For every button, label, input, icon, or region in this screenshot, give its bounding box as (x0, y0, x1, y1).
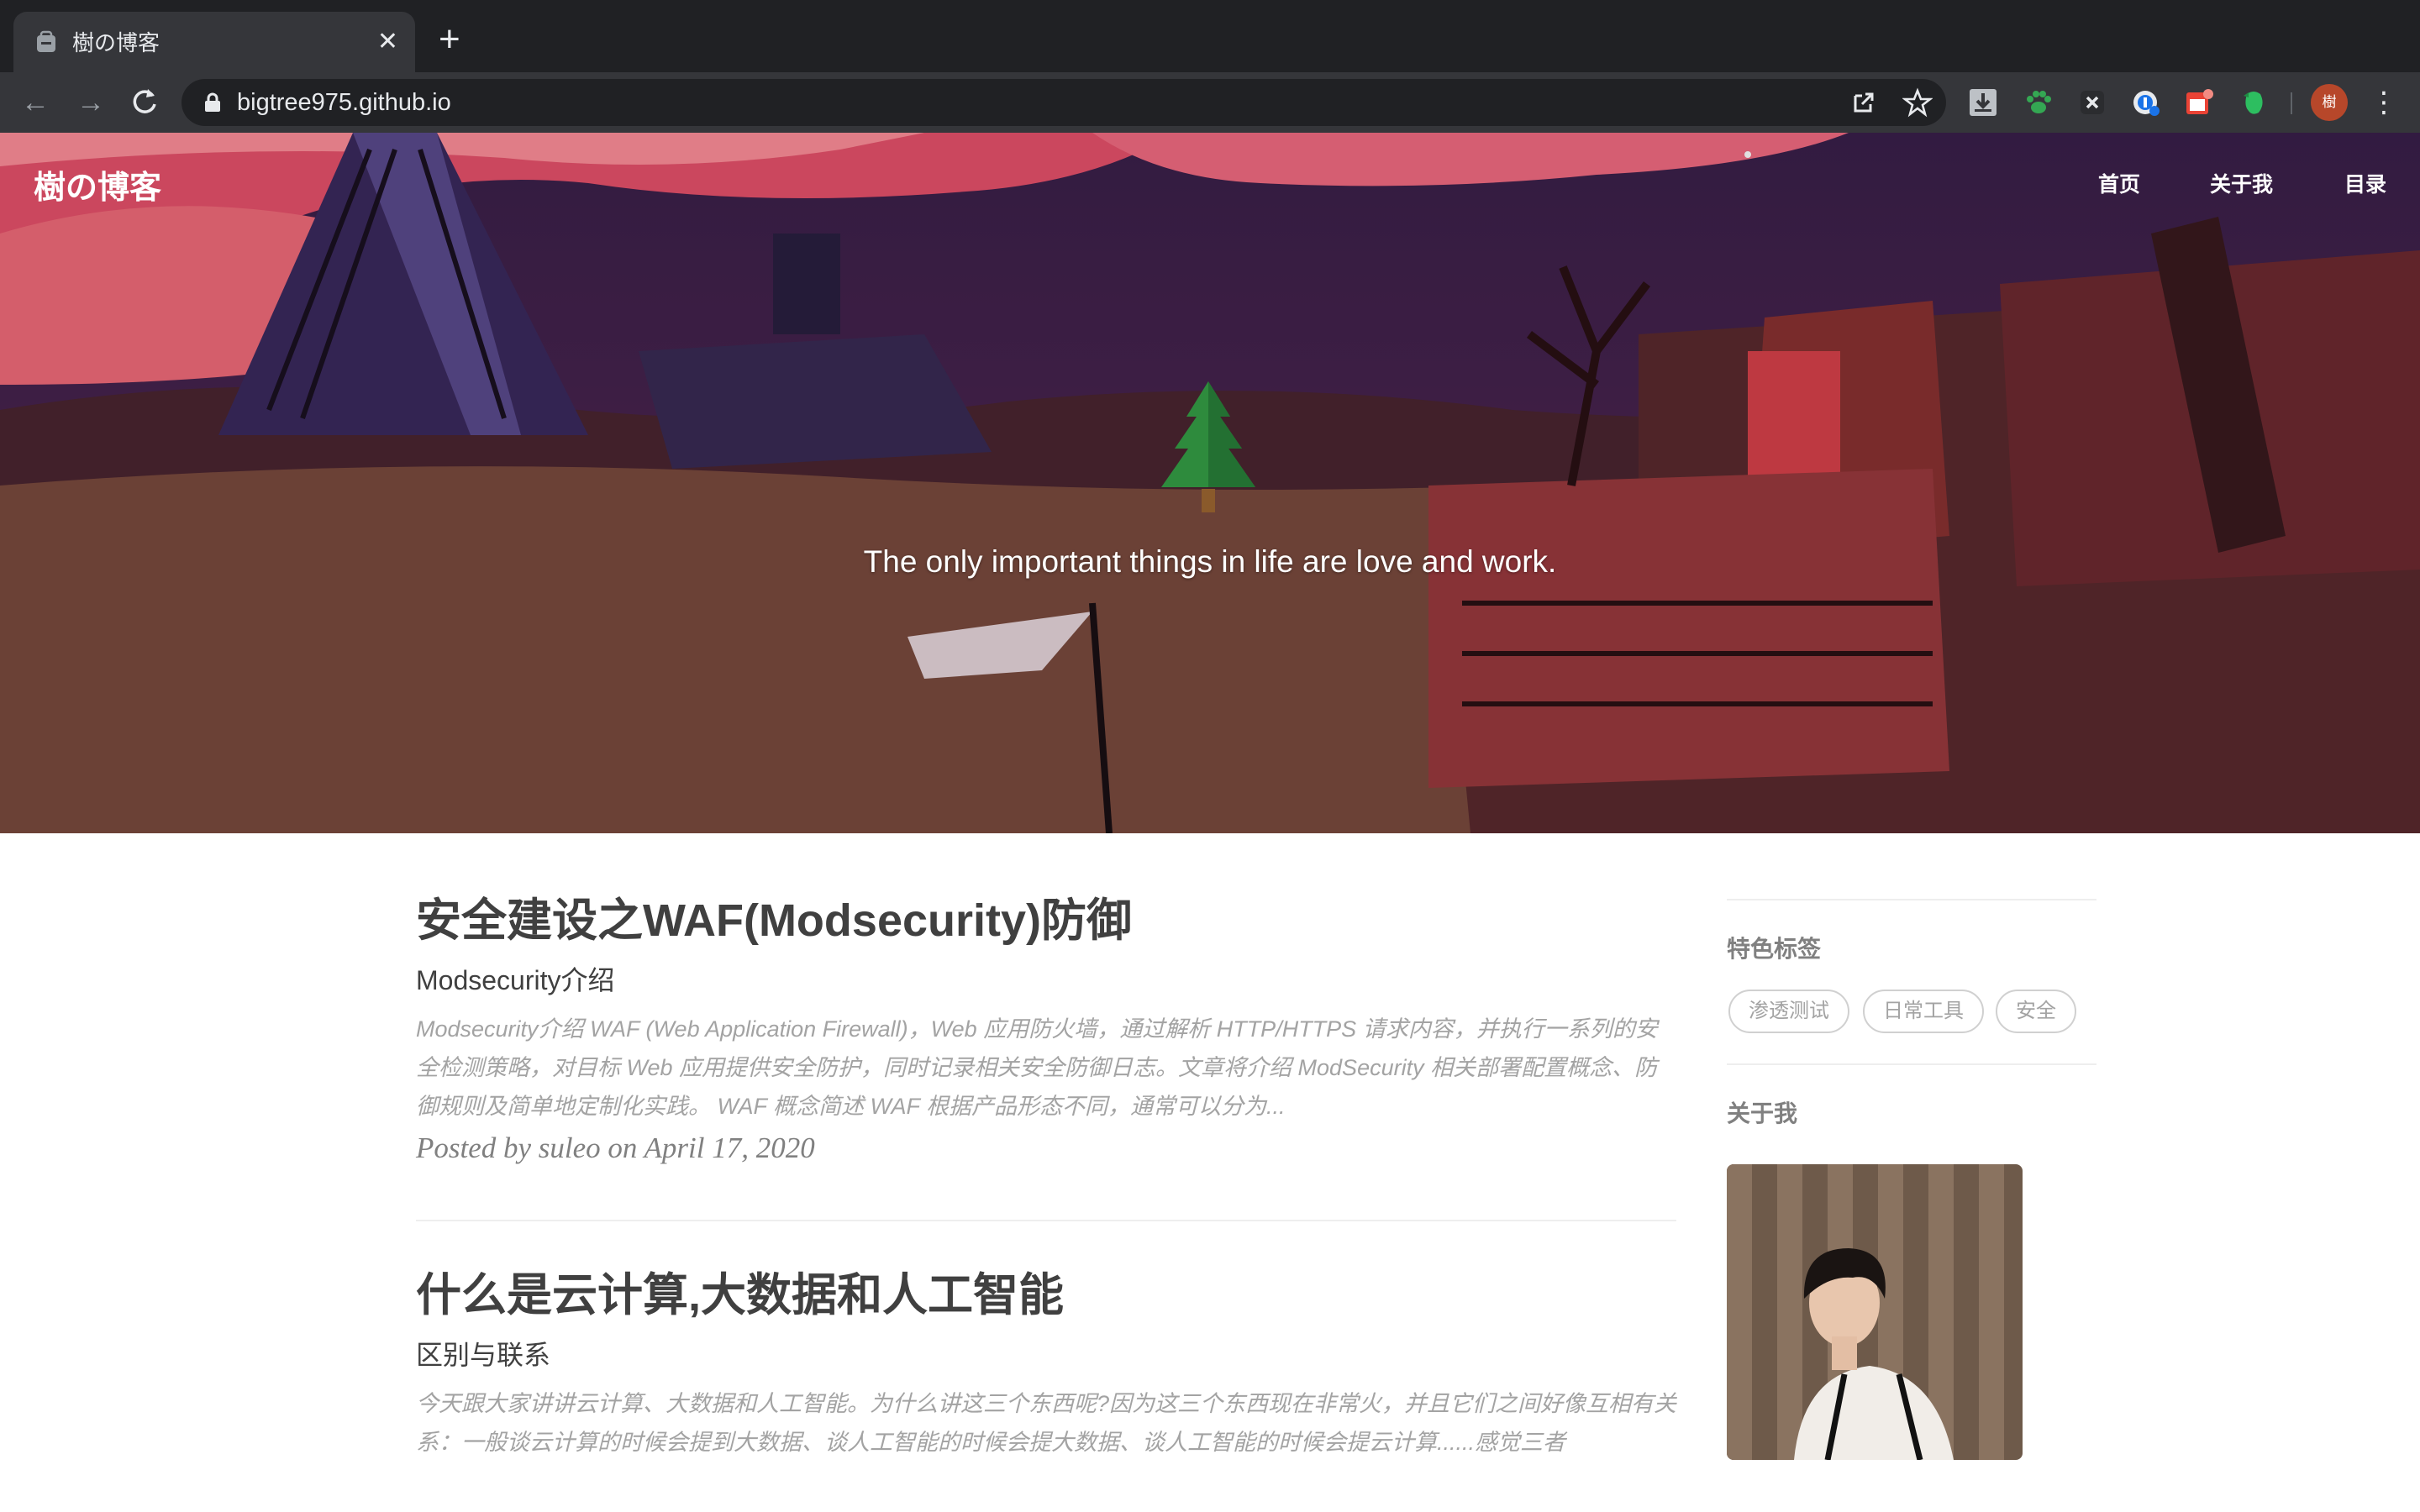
reload-icon[interactable] (128, 86, 161, 119)
new-tab-icon[interactable]: + (439, 20, 460, 59)
forward-arrow-icon[interactable]: → (74, 86, 108, 119)
post-meta: Posted by suleo on April 17, 2020 (416, 1131, 815, 1164)
post-subtitle[interactable]: 区别与联系 (416, 1337, 1676, 1373)
x-extension-icon[interactable] (2075, 86, 2109, 119)
sidebar-divider (1727, 899, 2096, 900)
post-excerpt[interactable]: 今天跟大家讲讲云计算、大数据和人工智能。为什么讲这三个东西呢?因为这三个东西现在… (416, 1384, 1676, 1462)
evergreen-tree-icon (1161, 381, 1255, 512)
tags-heading: 特色标签 (1727, 936, 1822, 962)
back-arrow-icon[interactable]: ← (18, 86, 52, 119)
hero-quote: The only important things in life are lo… (863, 544, 1557, 579)
post-list: 安全建设之WAF(Modsecurity)防御 Modsecurity介绍 Mo… (416, 890, 1676, 1462)
evernote-extension-icon[interactable] (2237, 86, 2270, 119)
tag-daily-tools[interactable]: 日常工具 (1863, 990, 1984, 1033)
about-heading: 关于我 (1727, 1100, 1798, 1126)
nav-link-catalog[interactable]: 目录 (2344, 168, 2386, 198)
url-text[interactable]: bigtree975.github.io (237, 87, 451, 118)
post-preview[interactable]: 什么是云计算,大数据和人工智能 区别与联系 今天跟大家讲讲云计算、大数据和人工智… (416, 1265, 1676, 1462)
calendar-extension-icon[interactable] (2181, 86, 2215, 119)
site-favicon-icon (37, 30, 55, 52)
tag-list: 渗透测试 日常工具 安全 (1727, 990, 2096, 1037)
bookmark-star-icon[interactable] (1902, 87, 1933, 118)
nav-link-home[interactable]: 首页 (2098, 168, 2140, 198)
post-preview[interactable]: 安全建设之WAF(Modsecurity)防御 Modsecurity介绍 Mo… (416, 890, 1676, 1168)
browser-tab[interactable]: 樹の博客 ✕ (13, 12, 415, 72)
author-photo (1727, 1164, 2023, 1460)
post-subtitle[interactable]: Modsecurity介绍 (416, 963, 1676, 998)
nav-link-about[interactable]: 关于我 (2210, 168, 2273, 198)
site-title[interactable]: 樹の博客 (34, 161, 161, 207)
tab-strip: 樹の博客 ✕ + (0, 0, 2420, 72)
open-in-app-icon[interactable] (1849, 87, 1879, 118)
post-excerpt[interactable]: Modsecurity介绍 WAF (Web Application Firew… (416, 1010, 1676, 1126)
profile-avatar-icon[interactable]: 樹 (2311, 84, 2348, 121)
post-title[interactable]: 什么是云计算,大数据和人工智能 (416, 1265, 1676, 1326)
tag-security[interactable]: 安全 (1996, 990, 2076, 1033)
hero-banner: 樹の博客 首页 关于我 目录 The only important things… (0, 133, 2420, 833)
post-divider (416, 1220, 1676, 1221)
more-menu-icon[interactable]: ⋮ (2370, 86, 2398, 119)
address-bar[interactable]: bigtree975.github.io (182, 79, 1946, 126)
password-manager-extension-icon[interactable] (2129, 86, 2163, 119)
post-title[interactable]: 安全建设之WAF(Modsecurity)防御 (416, 890, 1676, 951)
paw-extension-icon[interactable] (2022, 86, 2055, 119)
download-extension-icon[interactable] (1966, 86, 2000, 119)
toolbar-separator (2291, 92, 2292, 114)
browser-toolbar: ← → bigtree975.github.io 樹 ⋮ (0, 72, 2420, 133)
tab-title: 樹の博客 (72, 30, 160, 55)
close-tab-icon[interactable]: ✕ (377, 27, 398, 57)
lock-icon[interactable] (203, 92, 222, 113)
sidebar: 特色标签 渗透测试 日常工具 安全 关于我 (1727, 899, 2096, 1460)
sidebar-divider (1727, 1063, 2096, 1065)
tag-pentest[interactable]: 渗透测试 (1728, 990, 1849, 1033)
